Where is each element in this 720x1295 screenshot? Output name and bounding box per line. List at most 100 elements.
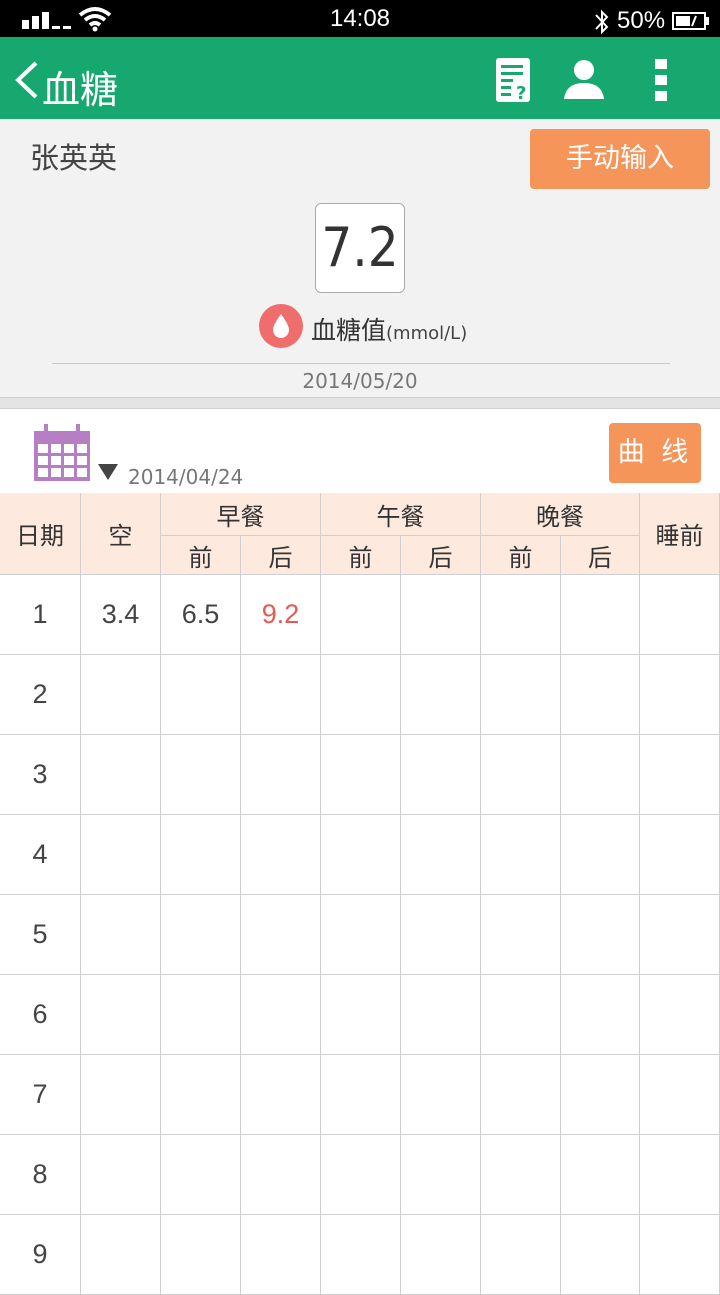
table-cell-lunch-before[interactable]	[321, 1215, 401, 1295]
table-cell-fasting[interactable]	[81, 1215, 161, 1295]
table-cell-breakfast-before[interactable]	[161, 1135, 241, 1215]
header-after: 后	[561, 536, 640, 575]
table-cell-dinner-after[interactable]	[561, 815, 640, 895]
table-cell-fasting[interactable]	[81, 1055, 161, 1135]
table-cell-lunch-before[interactable]	[321, 575, 401, 655]
table-cell-dinner-before[interactable]	[481, 975, 561, 1055]
table-cell-bedtime[interactable]	[640, 895, 720, 975]
table-cell-fasting[interactable]	[81, 815, 161, 895]
table-cell-lunch-after[interactable]	[401, 655, 481, 735]
table-row-day[interactable]: 4	[0, 815, 81, 895]
table-cell-bedtime[interactable]	[640, 655, 720, 735]
table-cell-lunch-after[interactable]	[401, 895, 481, 975]
table-cell-lunch-after[interactable]	[401, 735, 481, 815]
table-cell-lunch-before[interactable]	[321, 735, 401, 815]
question-document-icon[interactable]: ?	[490, 55, 536, 105]
table-cell-bedtime[interactable]	[640, 735, 720, 815]
bluetooth-icon	[595, 9, 609, 35]
table-row-day[interactable]: 8	[0, 1135, 81, 1215]
table-cell-lunch-before[interactable]	[321, 815, 401, 895]
table-cell-breakfast-before[interactable]	[161, 655, 241, 735]
table-cell-lunch-after[interactable]	[401, 1215, 481, 1295]
table-cell-breakfast-after[interactable]	[241, 1055, 321, 1135]
table-cell-fasting[interactable]	[81, 1135, 161, 1215]
user-icon[interactable]	[560, 55, 606, 105]
table-cell-fasting[interactable]	[81, 735, 161, 815]
curve-button[interactable]: 曲 线	[609, 423, 701, 483]
table-cell-breakfast-before[interactable]	[161, 975, 241, 1055]
table-cell-dinner-after[interactable]	[561, 655, 640, 735]
more-vertical-icon[interactable]	[640, 55, 686, 105]
table-cell-dinner-before[interactable]	[481, 1215, 561, 1295]
table-cell-lunch-after[interactable]	[401, 1135, 481, 1215]
table-cell-lunch-after[interactable]	[401, 1055, 481, 1135]
table-cell-dinner-after[interactable]	[561, 735, 640, 815]
reading-date: 2014/05/20	[302, 369, 418, 393]
table-cell-dinner-before[interactable]	[481, 735, 561, 815]
table-cell-bedtime[interactable]	[640, 815, 720, 895]
header-before: 前	[321, 536, 401, 575]
table-cell-dinner-after[interactable]	[561, 575, 640, 655]
table-row-day[interactable]: 1	[0, 575, 81, 655]
table-cell-dinner-before[interactable]	[481, 655, 561, 735]
table-cell-breakfast-before[interactable]	[161, 735, 241, 815]
table-row-day[interactable]: 7	[0, 1055, 81, 1135]
table-row-day[interactable]: 5	[0, 895, 81, 975]
table-cell-dinner-after[interactable]	[561, 1215, 640, 1295]
table-cell-lunch-before[interactable]	[321, 975, 401, 1055]
table-cell-breakfast-after[interactable]	[241, 1215, 321, 1295]
table-cell-lunch-before[interactable]	[321, 655, 401, 735]
battery-percent: 50%	[617, 7, 666, 34]
table-cell-lunch-before[interactable]	[321, 1135, 401, 1215]
glucose-value: 7.2	[315, 203, 405, 293]
table-cell-lunch-after[interactable]	[401, 575, 481, 655]
table-cell-fasting[interactable]	[81, 975, 161, 1055]
back-icon[interactable]	[12, 59, 44, 101]
table-cell-dinner-before[interactable]	[481, 1055, 561, 1135]
table-row-day[interactable]: 6	[0, 975, 81, 1055]
table-row-day[interactable]: 2	[0, 655, 81, 735]
table-cell-breakfast-before[interactable]: 6.5	[161, 575, 241, 655]
table-cell-dinner-before[interactable]	[481, 1135, 561, 1215]
table-cell-bedtime[interactable]	[640, 1135, 720, 1215]
table-cell-breakfast-after[interactable]	[241, 975, 321, 1055]
table-cell-bedtime[interactable]	[640, 975, 720, 1055]
selected-date[interactable]: 2014/04/24	[128, 465, 243, 489]
table-cell-lunch-before[interactable]	[321, 895, 401, 975]
table-cell-dinner-after[interactable]	[561, 1055, 640, 1135]
table-cell-dinner-before[interactable]	[481, 575, 561, 655]
table-cell-fasting[interactable]	[81, 655, 161, 735]
table-cell-breakfast-after[interactable]	[241, 815, 321, 895]
table-cell-lunch-before[interactable]	[321, 1055, 401, 1135]
table-cell-bedtime[interactable]	[640, 1215, 720, 1295]
table-cell-breakfast-after[interactable]: 9.2	[241, 575, 321, 655]
table-row-day[interactable]: 9	[0, 1215, 81, 1295]
section-divider	[0, 397, 720, 409]
table-cell-dinner-before[interactable]	[481, 815, 561, 895]
table-cell-breakfast-before[interactable]	[161, 895, 241, 975]
table-cell-breakfast-before[interactable]	[161, 815, 241, 895]
table-cell-breakfast-after[interactable]	[241, 1135, 321, 1215]
table-cell-breakfast-before[interactable]	[161, 1055, 241, 1135]
table-cell-bedtime[interactable]	[640, 575, 720, 655]
table-cell-breakfast-after[interactable]	[241, 735, 321, 815]
table-cell-fasting[interactable]	[81, 895, 161, 975]
table-cell-lunch-after[interactable]	[401, 815, 481, 895]
table-cell-breakfast-before[interactable]	[161, 1215, 241, 1295]
table-cell-dinner-after[interactable]	[561, 895, 640, 975]
table-cell-fasting[interactable]: 3.4	[81, 575, 161, 655]
table-cell-bedtime[interactable]	[640, 1055, 720, 1135]
table-cell-breakfast-after[interactable]	[241, 895, 321, 975]
calendar-icon[interactable]	[32, 424, 92, 484]
svg-text:?: ?	[516, 83, 526, 104]
table-row-day[interactable]: 3	[0, 735, 81, 815]
table-cell-dinner-before[interactable]	[481, 895, 561, 975]
table-cell-lunch-after[interactable]	[401, 975, 481, 1055]
table-cell-dinner-after[interactable]	[561, 975, 640, 1055]
table-cell-dinner-after[interactable]	[561, 1135, 640, 1215]
manual-input-button[interactable]: 手动输入	[530, 129, 710, 189]
title-bar: 血糖 ?	[0, 37, 720, 119]
header-before: 前	[161, 536, 241, 575]
table-cell-breakfast-after[interactable]	[241, 655, 321, 735]
date-dropdown-icon[interactable]	[98, 464, 118, 480]
